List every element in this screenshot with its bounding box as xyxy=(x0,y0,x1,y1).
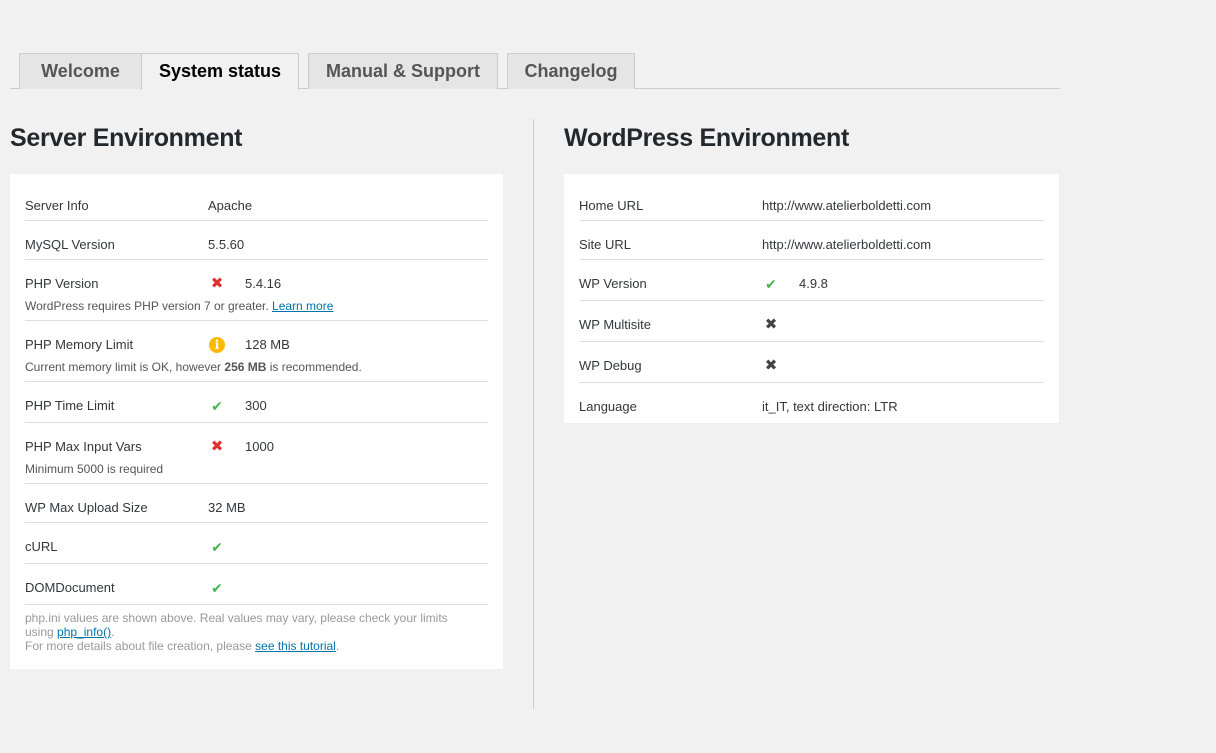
row-mysql-version: MySQL Version 5.5.60 xyxy=(25,221,488,260)
wp-version-label: WP Version xyxy=(579,276,647,291)
wp-multisite-label: WP Multisite xyxy=(579,317,651,332)
language-label: Language xyxy=(579,399,637,414)
server-environment-title: Server Environment xyxy=(10,124,243,152)
wp-max-upload-size-value: 32 MB xyxy=(208,500,246,515)
tab-manual-support[interactable]: Manual & Support xyxy=(308,53,498,89)
row-wp-max-upload-size: WP Max Upload Size 32 MB xyxy=(25,484,488,523)
row-domdocument: DOMDocument ✔ xyxy=(25,564,488,605)
php-version-note: WordPress requires PHP version 7 or grea… xyxy=(25,299,334,313)
php-time-limit-value: 300 xyxy=(245,398,267,413)
php-ini-footer-note: php.ini values are shown above. Real val… xyxy=(25,611,448,653)
row-php-version: PHP Version ✖ 5.4.16 WordPress requires … xyxy=(25,260,488,321)
language-value: it_IT, text direction: LTR xyxy=(762,399,898,414)
row-wp-debug: WP Debug ✖ xyxy=(579,342,1044,383)
site-url-label: Site URL xyxy=(579,237,632,252)
php-version-label: PHP Version xyxy=(25,276,99,291)
php-memory-limit-value: 128 MB xyxy=(245,337,290,352)
php-memory-limit-note: Current memory limit is OK, however 256 … xyxy=(25,360,362,374)
server-info-label: Server Info xyxy=(25,198,89,213)
error-x-icon: ✖ xyxy=(210,438,224,455)
wp-debug-label: WP Debug xyxy=(579,358,642,373)
tab-system-status[interactable]: System status xyxy=(141,53,299,90)
disabled-x-icon: ✖ xyxy=(764,316,778,333)
check-icon: ✔ xyxy=(211,580,223,596)
php-max-input-vars-label: PHP Max Input Vars xyxy=(25,439,142,454)
info-icon: i xyxy=(209,337,225,353)
server-environment-panel: Server Info Apache MySQL Version 5.5.60 … xyxy=(10,174,503,669)
row-language: Language it_IT, text direction: LTR xyxy=(579,383,1044,422)
disabled-x-icon: ✖ xyxy=(764,357,778,374)
row-curl: cURL ✔ xyxy=(25,523,488,564)
home-url-value: http://www.atelierboldetti.com xyxy=(762,198,932,213)
check-icon: ✔ xyxy=(211,539,223,555)
row-site-url: Site URL http://www.atelierboldetti.com xyxy=(579,221,1044,260)
error-x-icon: ✖ xyxy=(210,275,224,292)
wp-max-upload-size-label: WP Max Upload Size xyxy=(25,500,148,515)
php-max-input-vars-value: 1000 xyxy=(245,439,274,454)
wp-version-value: 4.9.8 xyxy=(799,276,828,291)
tab-welcome[interactable]: Welcome xyxy=(19,53,142,89)
curl-label: cURL xyxy=(25,539,58,554)
tab-changelog[interactable]: Changelog xyxy=(507,53,635,89)
row-php-time-limit: PHP Time Limit ✔ 300 xyxy=(25,382,488,423)
php-max-input-vars-note: Minimum 5000 is required xyxy=(25,462,164,476)
row-server-info: Server Info Apache xyxy=(25,182,488,221)
domdocument-label: DOMDocument xyxy=(25,580,115,595)
php-version-value: 5.4.16 xyxy=(245,276,282,291)
server-info-value: Apache xyxy=(208,198,253,213)
tab-bar: Welcome System status Manual & Support C… xyxy=(10,53,1060,90)
row-wp-multisite: WP Multisite ✖ xyxy=(579,301,1044,342)
see-this-tutorial-link[interactable]: see this tutorial xyxy=(255,639,336,653)
row-php-max-input-vars: PHP Max Input Vars ✖ 1000 Minimum 5000 i… xyxy=(25,423,488,484)
mysql-version-value: 5.5.60 xyxy=(208,237,245,252)
column-divider xyxy=(533,119,534,709)
wordpress-environment-panel: Home URL http://www.atelierboldetti.com … xyxy=(564,174,1059,423)
home-url-label: Home URL xyxy=(579,198,644,213)
learn-more-link[interactable]: Learn more xyxy=(272,299,333,313)
site-url-value: http://www.atelierboldetti.com xyxy=(762,237,932,252)
check-icon: ✔ xyxy=(765,276,777,292)
check-icon: ✔ xyxy=(211,398,223,414)
row-home-url: Home URL http://www.atelierboldetti.com xyxy=(579,182,1044,221)
row-wp-version: WP Version ✔ 4.9.8 xyxy=(579,260,1044,301)
row-php-memory-limit: PHP Memory Limit i 128 MB Current memory… xyxy=(25,321,488,382)
php-info-link[interactable]: php_info() xyxy=(57,625,111,639)
mysql-version-label: MySQL Version xyxy=(25,237,115,252)
php-time-limit-label: PHP Time Limit xyxy=(25,398,115,413)
php-memory-limit-label: PHP Memory Limit xyxy=(25,337,134,352)
wordpress-environment-title: WordPress Environment xyxy=(564,124,849,152)
